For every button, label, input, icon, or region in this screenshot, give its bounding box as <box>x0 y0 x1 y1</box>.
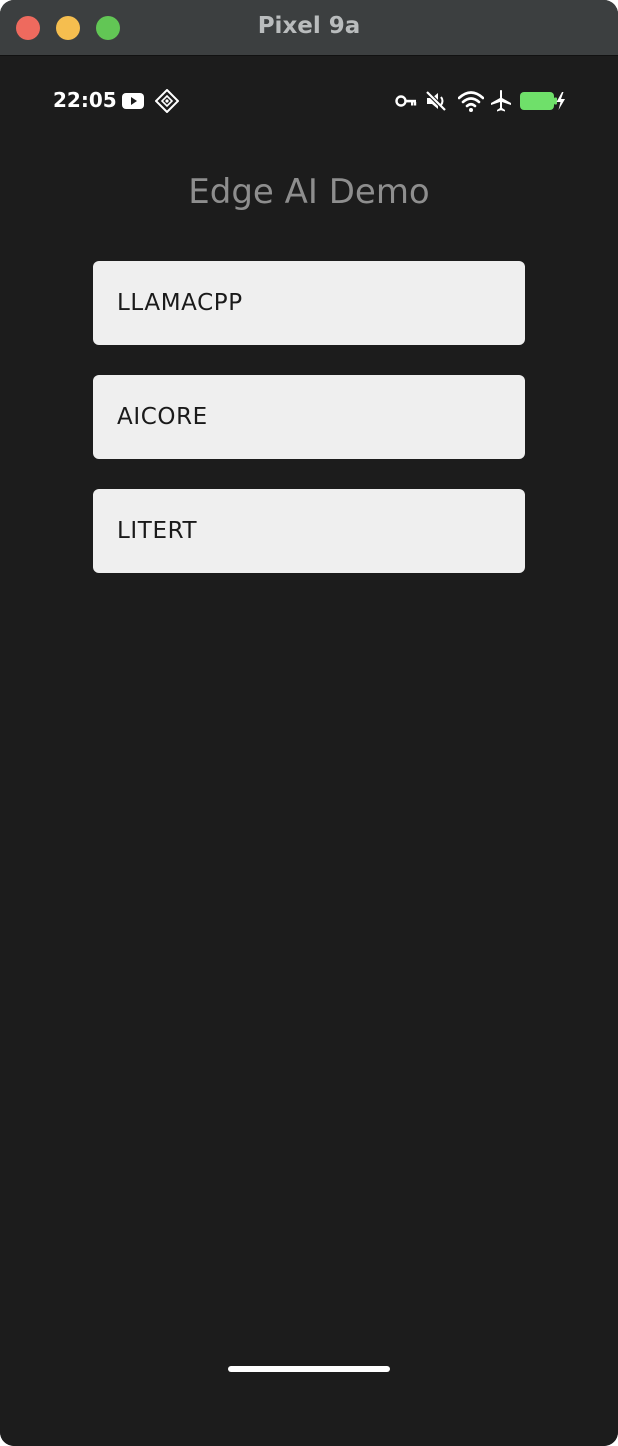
battery-charging-icon <box>520 92 565 110</box>
aicore-button[interactable]: AICORE <box>93 375 525 459</box>
wifi-icon <box>458 91 484 112</box>
device-screen: 22:05 Edge AI Demo LLAMACPP AICORE LITER… <box>0 56 618 1446</box>
llamacpp-button[interactable]: LLAMACPP <box>93 261 525 345</box>
app-notification-icon <box>155 89 179 113</box>
emulator-window: Pixel 9a 22:05 Edge AI Demo LLAMACPP AIC… <box>0 0 618 1446</box>
youtube-icon <box>122 93 144 109</box>
airplane-icon <box>491 90 511 112</box>
window-title: Pixel 9a <box>257 13 361 39</box>
gesture-nav-handle[interactable] <box>228 1366 390 1372</box>
mute-icon <box>425 90 447 112</box>
vpn-key-icon <box>395 95 417 107</box>
litert-button[interactable]: LITERT <box>93 489 525 573</box>
app-title: Edge AI Demo <box>188 172 430 212</box>
window-titlebar: Pixel 9a <box>0 0 618 56</box>
status-time: 22:05 <box>53 88 117 112</box>
